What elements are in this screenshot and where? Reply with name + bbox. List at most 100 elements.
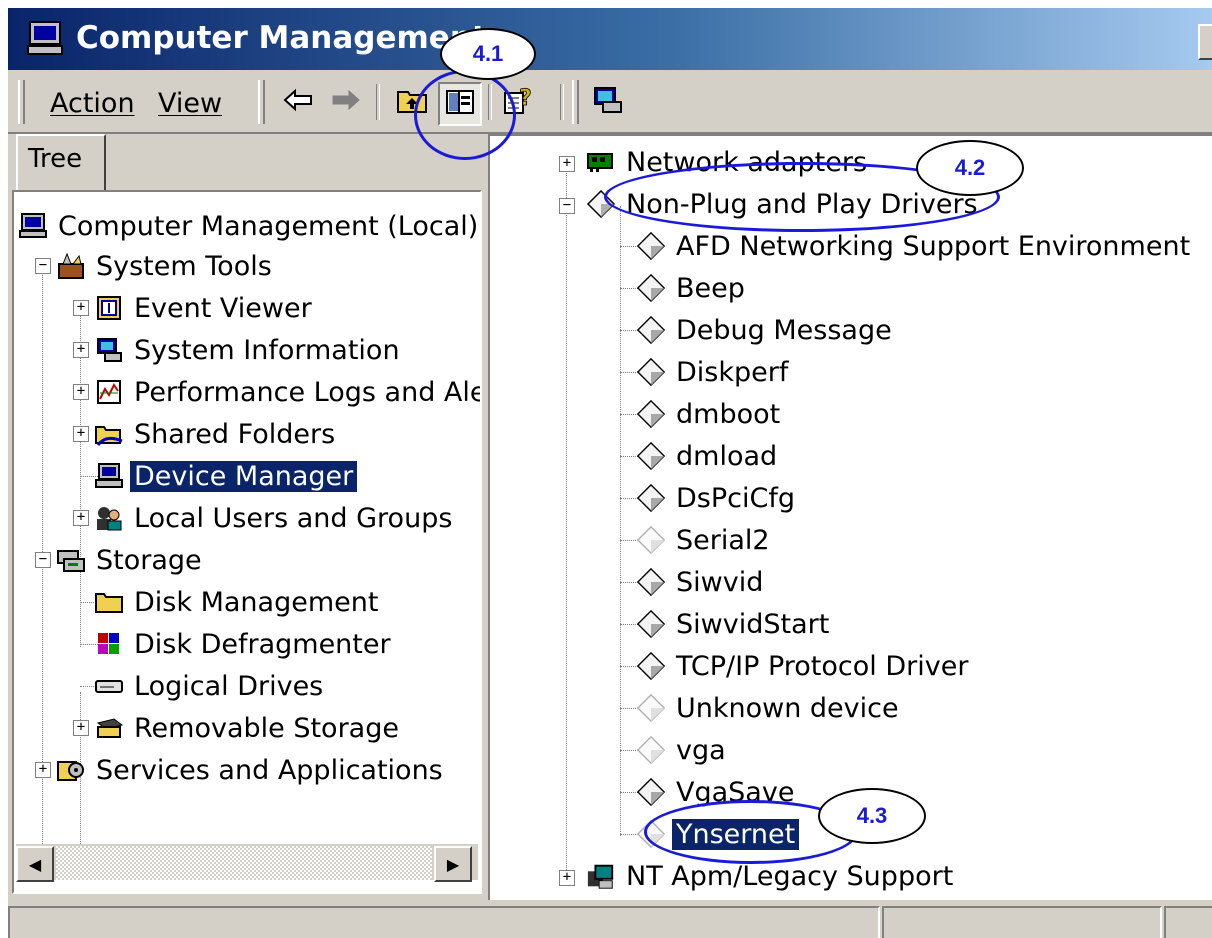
tree-line: [620, 206, 621, 836]
tree-item-disk-defragmenter[interactable]: Disk Defragmenter: [94, 624, 395, 664]
back-button[interactable]: [278, 82, 318, 122]
tree-item-label: Performance Logs and Ale: [134, 376, 482, 408]
device-item-label: vga: [676, 734, 726, 766]
device-item[interactable]: SiwvidStart: [636, 604, 833, 644]
tree-item-event-viewer[interactable]: Event Viewer: [94, 288, 316, 328]
scroll-left-button[interactable]: ◀: [16, 846, 54, 882]
expand-toggle[interactable]: +: [559, 156, 575, 172]
device-item-label: AFD Networking Support Environment: [676, 230, 1191, 262]
removable-storage-icon: [94, 714, 124, 742]
title-bar[interactable]: Computer Management: [8, 8, 1212, 70]
tree-item-local-users[interactable]: Local Users and Groups: [94, 498, 456, 538]
device-item[interactable]: Serial2: [636, 520, 774, 560]
tree-item-device-manager[interactable]: Device Manager: [94, 456, 358, 496]
device-item[interactable]: dmload: [636, 436, 781, 476]
expand-toggle[interactable]: +: [559, 870, 575, 886]
toolbar: Action View ?: [8, 70, 1212, 134]
tree-line: [566, 156, 567, 876]
driver-diamond-icon: [636, 609, 666, 639]
tree-item-computer-management[interactable]: Computer Management (Local): [18, 206, 480, 246]
driver-diamond-icon: [636, 777, 666, 807]
menu-view[interactable]: View: [158, 88, 222, 119]
callout-label-4-3: 4.3: [818, 788, 926, 844]
callout-ring-4-1: [414, 70, 516, 160]
device-item-label: SiwvidStart: [676, 608, 830, 640]
tree-item-shared-folders[interactable]: Shared Folders: [94, 414, 339, 454]
device-item[interactable]: TCP/IP Protocol Driver: [636, 646, 972, 686]
tree-item-label: Removable Storage: [134, 712, 399, 744]
toolbar-grip-2[interactable]: [258, 80, 265, 124]
driver-diamond-icon: [636, 315, 666, 345]
scroll-track[interactable]: [56, 846, 432, 880]
tree-item-label: Disk Defragmenter: [134, 628, 391, 660]
expand-toggle[interactable]: +: [73, 384, 89, 400]
device-item[interactable]: Siwvid: [636, 562, 767, 602]
driver-diamond-icon: [636, 399, 666, 429]
computer-management-icon: [26, 20, 66, 58]
driver-diamond-faded-icon: [636, 525, 666, 555]
properties-button[interactable]: [588, 82, 628, 122]
collapse-toggle[interactable]: −: [35, 258, 51, 274]
performance-icon: [94, 378, 124, 406]
driver-diamond-icon: [636, 651, 666, 681]
tree-item-system-information[interactable]: System Information: [94, 330, 404, 370]
device-item[interactable]: AFD Networking Support Environment: [636, 226, 1194, 266]
menu-action[interactable]: Action: [50, 88, 135, 119]
tree-item-label: Local Users and Groups: [134, 502, 453, 534]
device-item[interactable]: Unknown device: [636, 688, 903, 728]
tab-tree-label: Tree: [28, 144, 83, 174]
expand-toggle[interactable]: +: [73, 300, 89, 316]
expand-toggle[interactable]: +: [73, 426, 89, 442]
collapse-toggle[interactable]: −: [35, 552, 51, 568]
minimize-button[interactable]: [1198, 24, 1212, 60]
device-item[interactable]: dmboot: [636, 394, 784, 434]
device-item[interactable]: Diskperf: [636, 352, 792, 392]
device-item-label: Diskperf: [676, 356, 789, 388]
tree-view[interactable]: Computer Management (Local) − System Too…: [12, 190, 482, 894]
device-item-label: dmload: [676, 440, 778, 472]
expand-toggle[interactable]: +: [73, 720, 89, 736]
tree-item-services-and-applications[interactable]: Services and Applications: [56, 750, 447, 790]
device-item-label: Serial2: [676, 524, 770, 556]
toolbar-grip-3[interactable]: [572, 80, 579, 124]
device-manager-icon: [94, 462, 124, 490]
tree-item-disk-management[interactable]: Disk Management: [94, 582, 382, 622]
scroll-right-arrow-icon: ▶: [446, 854, 460, 874]
forward-button[interactable]: [326, 82, 366, 122]
collapse-toggle[interactable]: −: [559, 198, 575, 214]
legacy-support-icon: [586, 862, 616, 890]
expand-toggle[interactable]: +: [35, 762, 51, 778]
tree-item-system-tools[interactable]: System Tools: [56, 246, 276, 286]
status-panel-main: [8, 906, 880, 938]
tree-item-label: Shared Folders: [134, 418, 336, 450]
device-item[interactable]: DsPciCfg: [636, 478, 799, 518]
device-item[interactable]: vga: [636, 730, 730, 770]
network-adapter-icon: [586, 148, 616, 176]
expand-toggle[interactable]: +: [73, 510, 89, 526]
expand-toggle[interactable]: +: [73, 342, 89, 358]
driver-diamond-icon: [636, 357, 666, 387]
tree-item-storage[interactable]: Storage: [56, 540, 206, 580]
tab-tree[interactable]: Tree: [16, 134, 106, 192]
tree-item-performance-logs[interactable]: Performance Logs and Ale: [94, 372, 482, 412]
forward-arrow-icon: [331, 88, 361, 116]
horizontal-scrollbar[interactable]: ◀ ▶: [16, 844, 478, 882]
drive-icon: [94, 672, 124, 700]
shared-folder-icon: [94, 420, 124, 448]
tree-item-label: Services and Applications: [96, 754, 443, 786]
tree-item-removable-storage[interactable]: Removable Storage: [94, 708, 403, 748]
device-item-label: Beep: [676, 272, 745, 304]
menu-view-label: View: [158, 88, 223, 119]
device-pane[interactable]: + Network adapters − Non-Plug and Play D…: [488, 134, 1212, 902]
menu-action-label: Action: [50, 88, 135, 119]
toolbar-separator-3: [560, 84, 564, 120]
scroll-right-button[interactable]: ▶: [434, 846, 472, 882]
tree-item-logical-drives[interactable]: Logical Drives: [94, 666, 327, 706]
device-item-label: NT Apm/Legacy Support: [626, 860, 954, 892]
device-item[interactable]: Beep: [636, 268, 749, 308]
toolbar-grip[interactable]: [18, 80, 25, 124]
svg-text:?: ?: [519, 86, 532, 111]
toolbar-separator: [376, 84, 380, 120]
device-item[interactable]: Debug Message: [636, 310, 896, 350]
callout-label-4-1: 4.1: [440, 28, 536, 80]
